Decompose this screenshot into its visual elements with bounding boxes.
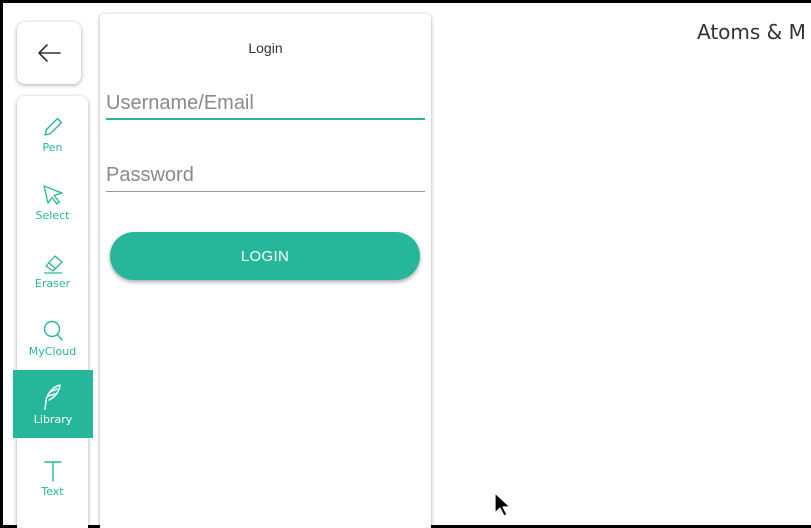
tool-pen[interactable]: Pen bbox=[17, 100, 88, 168]
tool-label: Library bbox=[33, 412, 73, 426]
search-icon bbox=[43, 320, 63, 341]
mouse-cursor-icon bbox=[494, 492, 511, 517]
eraser-icon bbox=[43, 254, 63, 274]
login-button[interactable]: LOGIN bbox=[110, 232, 420, 280]
tool-text[interactable]: Text bbox=[17, 444, 88, 512]
tool-label: Select bbox=[35, 208, 70, 222]
document-title: Atoms & M bbox=[697, 20, 806, 44]
username-field[interactable] bbox=[106, 88, 425, 120]
arrow-left-icon bbox=[38, 44, 61, 62]
cursor-pointer-icon bbox=[42, 184, 63, 205]
tool-label: MyCloud bbox=[28, 344, 77, 358]
password-field[interactable] bbox=[106, 160, 425, 192]
back-button[interactable] bbox=[17, 22, 81, 84]
tool-eraser[interactable]: Eraser bbox=[17, 236, 88, 304]
quill-icon bbox=[44, 383, 61, 410]
login-panel: Login LOGIN bbox=[100, 14, 431, 528]
tool-label: Pen bbox=[42, 140, 63, 154]
tool-mycloud[interactable]: MyCloud bbox=[17, 304, 88, 372]
tool-label: Eraser bbox=[34, 276, 71, 290]
pen-icon bbox=[43, 117, 62, 136]
login-title: Login bbox=[248, 40, 283, 56]
tool-label: Text bbox=[41, 484, 64, 498]
tool-sidebar: Pen Select Eraser MyCloud Library Text bbox=[13, 96, 93, 528]
tool-library[interactable]: Library bbox=[13, 370, 93, 438]
tool-select[interactable]: Select bbox=[17, 168, 88, 236]
text-icon bbox=[43, 460, 62, 482]
